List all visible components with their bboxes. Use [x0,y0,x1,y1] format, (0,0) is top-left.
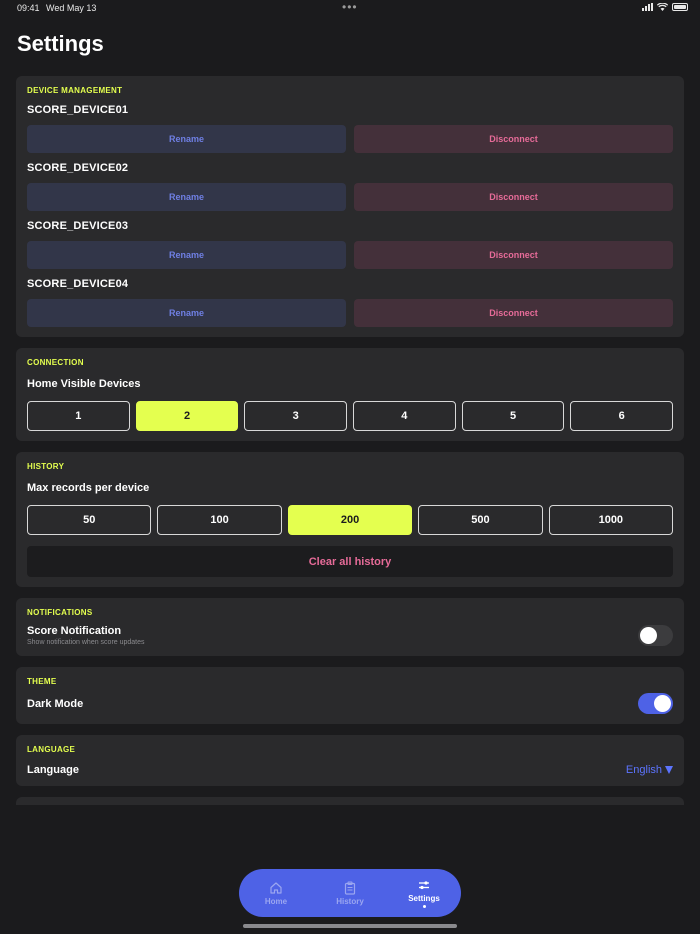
tab-home[interactable]: Home [241,881,311,906]
battery-icon [672,3,688,11]
status-date: Wed May 13 [46,3,97,13]
language-value: English [625,764,662,776]
dropdown-triangle-icon [665,766,673,774]
history-card: HISTORY Max records per device 50 100 20… [16,452,684,587]
device-actions: Rename Disconnect [27,183,673,211]
clipboard-icon [344,881,356,895]
theme-card: THEME Dark Mode [16,667,684,724]
section-label-history: HISTORY [27,462,65,471]
dark-mode-toggle[interactable] [638,693,673,714]
wifi-icon [657,3,668,11]
connection-card: CONNECTION Home Visible Devices 1 2 3 4 … [16,348,684,441]
device-management-card: DEVICE MANAGEMENT SCORE_DEVICE01 Rename … [16,76,684,337]
score-notification-label: Score Notification [27,625,122,637]
page-title: Settings [17,31,104,56]
tab-label: History [336,896,364,906]
status-bar: 09:41 Wed May 13 ••• [0,0,700,18]
score-notification-row: Score Notification Show notification whe… [27,625,673,646]
max-records-label: Max records per device [27,482,150,494]
system-icons [642,3,688,11]
visible-devices-option-selected[interactable]: 2 [135,401,239,431]
section-label-theme: THEME [27,677,57,686]
next-card-partial [16,797,684,805]
disconnect-button[interactable]: Disconnect [354,241,673,269]
language-dropdown[interactable]: English [626,764,673,776]
max-records-selector: 50 100 200 500 1000 [27,505,674,535]
visible-devices-option[interactable]: 6 [570,401,674,431]
home-indicator[interactable] [243,924,457,928]
tab-label: Home [264,896,288,906]
language-row: Language English [27,764,673,776]
device-actions: Rename Disconnect [27,299,673,327]
max-records-option[interactable]: 500 [418,505,543,535]
dark-mode-row: Dark Mode [27,693,673,714]
section-label-connection: CONNECTION [27,358,84,367]
section-label-device-management: DEVICE MANAGEMENT [27,86,123,95]
tab-bar: Home History Settings [239,869,461,917]
status-time: 09:41 [17,3,40,13]
max-records-option-selected[interactable]: 200 [287,505,413,535]
max-records-option[interactable]: 1000 [548,505,674,535]
rename-button[interactable]: Rename [27,183,346,211]
device-name: SCORE_DEVICE02 [27,162,129,174]
sliders-icon [419,881,429,890]
toggle-knob [640,627,657,644]
disconnect-button[interactable]: Disconnect [354,299,673,327]
language-label: Language [27,764,79,776]
section-label-language: LANGUAGE [27,745,76,754]
score-notification-toggle[interactable] [638,625,673,646]
device-actions: Rename Disconnect [27,125,673,153]
visible-devices-selector: 1 2 3 4 5 6 [27,401,674,431]
multitasking-dots[interactable]: ••• [342,0,358,14]
disconnect-button[interactable]: Disconnect [354,125,673,153]
settings-list[interactable]: DEVICE MANAGEMENT SCORE_DEVICE01 Rename … [16,76,684,805]
active-tab-indicator [422,905,426,908]
max-records-option[interactable]: 50 [27,505,152,535]
home-visible-devices-label: Home Visible Devices [27,378,141,390]
disconnect-button[interactable]: Disconnect [354,183,673,211]
visible-devices-option[interactable]: 1 [27,401,130,431]
device-name: SCORE_DEVICE03 [27,220,129,232]
rename-button[interactable]: Rename [27,241,346,269]
rename-button[interactable]: Rename [27,125,346,153]
max-records-option[interactable]: 100 [157,505,282,535]
visible-devices-option[interactable]: 5 [461,401,565,431]
cellular-signal-icon [642,3,653,11]
section-label-notifications: NOTIFICATIONS [27,608,93,617]
visible-devices-option[interactable]: 3 [244,401,348,431]
score-notification-description: Show notification when score updates [27,639,145,646]
device-name: SCORE_DEVICE04 [27,278,129,290]
dark-mode-label: Dark Mode [27,697,84,710]
device-name: SCORE_DEVICE01 [27,104,129,116]
tab-settings[interactable]: Settings [389,878,459,908]
home-icon [270,881,282,894]
clear-history-button[interactable]: Clear all history [27,546,673,577]
visible-devices-option[interactable]: 4 [353,401,456,431]
tab-label: Settings [408,894,440,903]
device-actions: Rename Disconnect [27,241,673,269]
notifications-card: NOTIFICATIONS Score Notification Show no… [16,598,684,656]
toggle-knob [654,695,671,712]
tab-history[interactable]: History [315,881,385,906]
language-card: LANGUAGE Language English [16,735,684,786]
rename-button[interactable]: Rename [27,299,346,327]
